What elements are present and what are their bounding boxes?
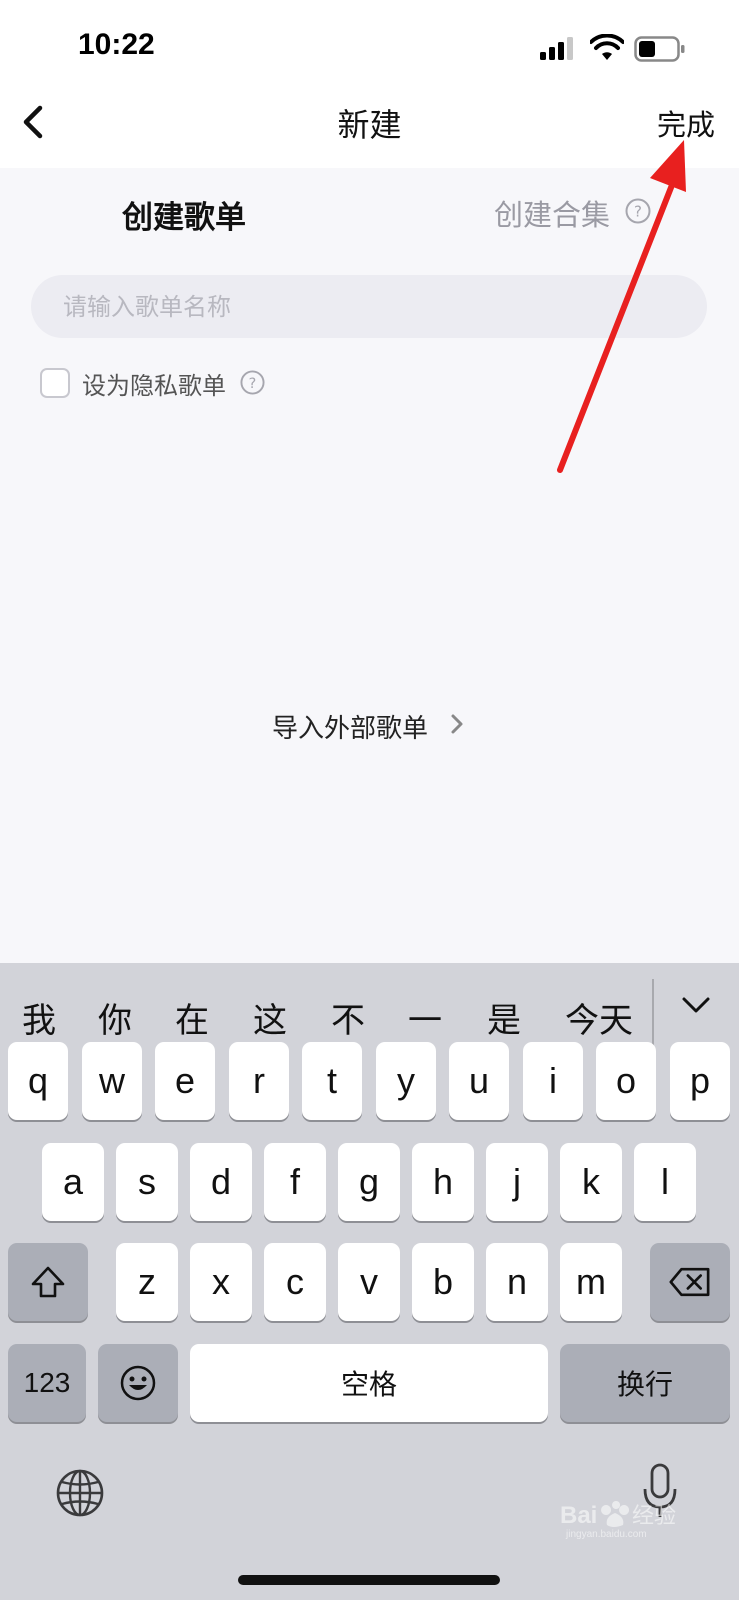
tab-create-collection[interactable]: 创建合集 [494,192,610,234]
private-playlist-checkbox[interactable] [40,368,70,398]
svg-text:?: ? [249,376,257,392]
key-n[interactable]: n [486,1243,548,1321]
help-icon[interactable]: ? [240,370,265,395]
key-b[interactable]: b [412,1243,474,1321]
return-key[interactable]: 换行 [560,1344,730,1422]
key-l[interactable]: l [634,1143,696,1221]
backspace-icon [669,1267,710,1297]
candidate-word[interactable]: 不 [331,993,365,1042]
chevron-down-icon[interactable] [680,993,712,1017]
key-q[interactable]: q [8,1042,68,1120]
key-j[interactable]: j [486,1143,548,1221]
wifi-icon [590,34,624,60]
key-m[interactable]: m [560,1243,622,1321]
key-h[interactable]: h [412,1143,474,1221]
candidate-word[interactable]: 在 [175,993,209,1042]
key-y[interactable]: y [376,1042,436,1120]
done-button[interactable]: 完成 [657,102,715,144]
emoji-key[interactable] [98,1344,178,1422]
key-i[interactable]: i [523,1042,583,1120]
key-o[interactable]: o [596,1042,656,1120]
globe-icon[interactable] [55,1468,105,1518]
keyboard: 我 你 在 这 不 一 是 今天 q w e r t y u i o p a s… [0,963,739,1600]
home-indicator [238,1575,500,1585]
key-c[interactable]: c [264,1243,326,1321]
key-k[interactable]: k [560,1143,622,1221]
svg-text:jingyan.baidu.com: jingyan.baidu.com [565,1529,647,1539]
shift-icon [31,1266,65,1298]
candidate-word[interactable]: 我 [22,993,56,1042]
shift-key[interactable] [8,1243,88,1321]
emoji-icon [120,1365,156,1401]
svg-text:?: ? [634,203,642,221]
baidu-watermark-logo: Bai 经验 jingyan.baidu.com [560,1501,676,1539]
delete-key[interactable] [650,1243,730,1321]
key-x[interactable]: x [190,1243,252,1321]
key-u[interactable]: u [449,1042,509,1120]
main-content: 创建歌单 创建合集 ? 设为隐私歌单 ? 导入外部歌单 [0,168,739,963]
numbers-key[interactable]: 123 [8,1344,86,1422]
key-r[interactable]: r [229,1042,289,1120]
key-v[interactable]: v [338,1243,400,1321]
private-playlist-label: 设为隐私歌单 [82,372,226,400]
key-t[interactable]: t [302,1042,362,1120]
key-p[interactable]: p [670,1042,730,1120]
playlist-name-input[interactable] [31,275,707,338]
space-key[interactable]: 空格 [190,1344,548,1422]
key-w[interactable]: w [82,1042,142,1120]
candidate-word[interactable]: 你 [98,993,132,1042]
key-e[interactable]: e [155,1042,215,1120]
key-f[interactable]: f [264,1143,326,1221]
page-title: 新建 [337,106,402,144]
nav-bar: 新建 完成 [0,80,739,168]
svg-text:Bai: Bai [560,1502,597,1529]
candidate-word[interactable]: 今天 [565,993,633,1042]
back-icon[interactable] [18,102,48,142]
key-a[interactable]: a [42,1143,104,1221]
key-s[interactable]: s [116,1143,178,1221]
candidate-word[interactable]: 一 [408,993,442,1042]
key-z[interactable]: z [116,1243,178,1321]
status-time: 10:22 [78,28,155,61]
battery-icon [634,36,685,62]
key-g[interactable]: g [338,1143,400,1221]
chevron-right-icon [451,714,463,734]
candidate-divider [652,979,654,1049]
tab-create-playlist[interactable]: 创建歌单 [122,192,246,237]
candidate-word[interactable]: 这 [253,993,287,1042]
cellular-signal-icon [540,37,573,60]
key-d[interactable]: d [190,1143,252,1221]
svg-text:经验: 经验 [632,1504,676,1529]
candidate-word[interactable]: 是 [487,993,521,1042]
help-icon[interactable]: ? [625,198,651,224]
import-external-playlist-link[interactable]: 导入外部歌单 [272,708,428,745]
